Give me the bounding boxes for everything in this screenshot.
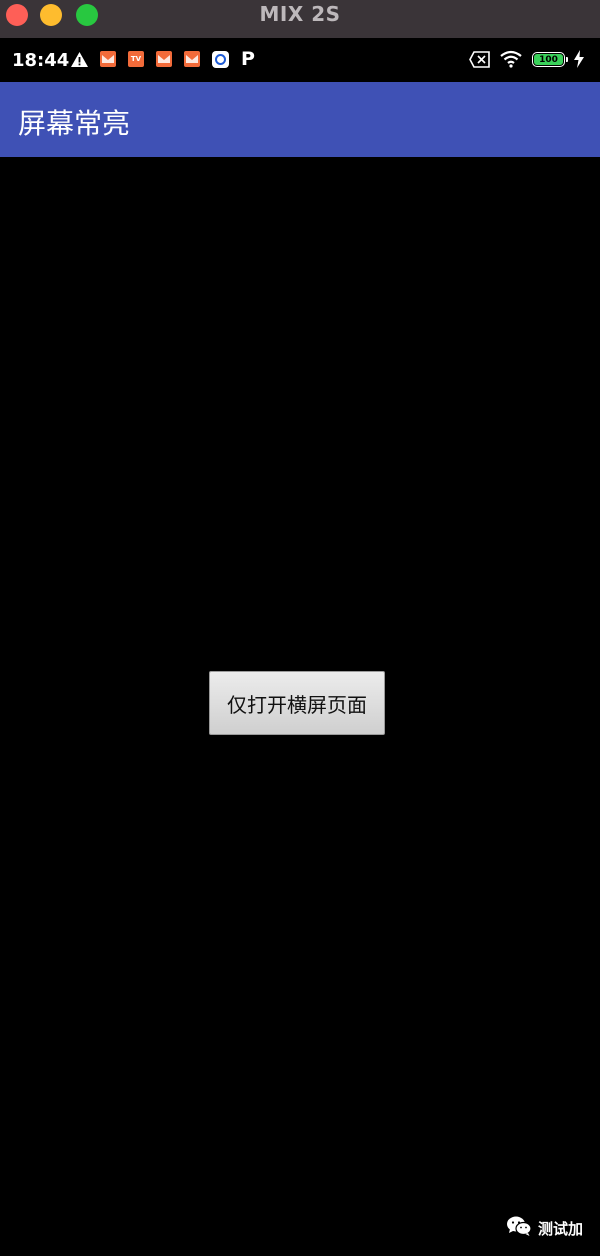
app-notification-icon <box>212 51 229 68</box>
wechat-icon <box>506 1215 532 1241</box>
wifi-icon <box>499 49 523 73</box>
status-time: 18:44 <box>12 50 70 71</box>
status-bar: 18:44 TV P 100 <box>0 38 600 82</box>
app-window: MIX 2S 18:44 TV P 100 屏幕常亮 仅打开横屏页面 测试加 <box>0 0 600 1256</box>
page-title: 屏幕常亮 <box>18 107 131 140</box>
open-landscape-page-button[interactable]: 仅打开横屏页面 <box>209 671 385 735</box>
no-sim-icon <box>469 51 491 72</box>
mail-notification-icon <box>156 51 172 67</box>
watermark-text: 测试加 <box>538 1219 584 1238</box>
p-app-icon: P <box>241 48 255 70</box>
tv-notification-icon: TV <box>128 51 144 67</box>
charging-bolt-icon <box>573 50 585 72</box>
battery-indicator: 100 <box>532 52 565 67</box>
app-bar: 屏幕常亮 <box>0 82 600 157</box>
battery-tip <box>566 57 568 62</box>
mail-notification-icon <box>184 51 200 67</box>
mail-notification-icon <box>100 51 116 67</box>
main-content: 仅打开横屏页面 <box>0 157 600 1256</box>
watermark: 测试加 <box>506 1215 583 1241</box>
battery-level: 100 <box>534 54 563 65</box>
warning-icon <box>70 51 89 72</box>
window-title: MIX 2S <box>259 2 341 26</box>
window-titlebar: MIX 2S <box>0 0 600 39</box>
